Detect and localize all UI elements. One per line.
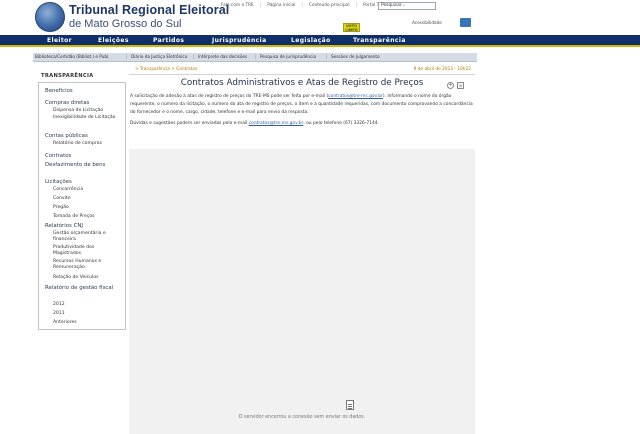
subnav-diario[interactable]: Diário da Justiça Eletrônico	[131, 54, 187, 59]
zoom-in-icon[interactable]: +	[447, 82, 454, 89]
subnav-pesquisa[interactable]: Pesquisa de jurisprudência	[260, 54, 316, 59]
accessibility-link[interactable]: Acessibilidade	[412, 20, 442, 25]
subnav-biblioteca[interactable]: Biblioteca/Certidão (Bibliot.) e Publ.	[35, 54, 110, 59]
nav-eleitor[interactable]: Eleitor	[47, 37, 72, 44]
sidebar-subitem-inexigibilidade[interactable]: Inexigibilidade de Licitação	[53, 115, 123, 121]
sidebar-title: TRANSPARÊNCIA	[41, 73, 94, 79]
sub-nav: Biblioteca/Certidão (Bibliot.) e Publ. |…	[33, 53, 477, 62]
sidebar-item-desfazimento[interactable]: Desfazimento de bens	[45, 162, 117, 169]
date-stamp: 9 de abril de 2013 - 10h22	[413, 67, 471, 72]
separator: |	[326, 54, 328, 59]
sidebar-item-licitacoes[interactable]: Licitações	[45, 179, 72, 185]
contact-text-b: , ou pelo telefone (67) 3326-7144.	[303, 121, 379, 126]
intro-paragraph: A solicitação de adesão à atas de regist…	[130, 93, 474, 117]
sidebar-subitem-gestao-orcamentaria[interactable]: Gestão orçamentária e financeira	[53, 231, 123, 243]
sidebar-subitem-2012[interactable]: 2012	[53, 302, 65, 308]
contact-email-link[interactable]: contratos@tre-ms.gov.br	[249, 121, 304, 126]
site-subtitle[interactable]: de Mato Grosso do Sul	[69, 18, 182, 30]
voto-limpo-badge[interactable]: VOTO LIMPO	[343, 23, 360, 32]
sidebar-item-beneficios[interactable]: Benefícios	[45, 88, 73, 94]
subnav-interprete[interactable]: Intérprete das decisões	[198, 54, 247, 59]
top-link-contact[interactable]: Fale com o TRE	[215, 3, 260, 8]
sidebar-subitem-tomada-precos[interactable]: Tomada de Preços	[53, 214, 95, 220]
document-icon	[346, 400, 354, 410]
nav-transparencia[interactable]: Transparência	[353, 37, 406, 44]
main-content: > Transparência > Contratos 9 de abril d…	[129, 66, 475, 434]
separator: |	[126, 54, 128, 59]
nav-partidos[interactable]: Partidos	[153, 37, 184, 44]
sidebar-item-contratos[interactable]: Contratos	[45, 153, 71, 159]
nav-legislacao[interactable]: Legislação	[291, 37, 331, 44]
sidebar-subitem-concorrencia[interactable]: Concorrência	[53, 187, 83, 193]
site-header: Tribunal Regional Eleitoral de Mato Gros…	[0, 0, 640, 34]
sidebar-subitem-convite[interactable]: Convite	[53, 196, 71, 202]
separator: |	[255, 54, 257, 59]
page-title: Contratos Administrativos e Atas de Regi…	[180, 78, 424, 88]
sidebar-subitem-relatorio-compras[interactable]: Relatório de compras	[53, 141, 102, 147]
sidebar-subitem-dispensa[interactable]: Dispensa de Licitação	[53, 108, 103, 114]
tre-seal-icon[interactable]	[35, 2, 65, 32]
nav-jurisprudencia[interactable]: Jurisprudência	[212, 37, 267, 44]
sidebar-subitem-2011[interactable]: 2011	[53, 311, 65, 317]
sidebar-subitem-pregao[interactable]: Pregão	[53, 205, 69, 211]
sidebar-item-gestao-fiscal[interactable]: Relatório de gestão fiscal	[45, 285, 117, 292]
sidebar-item-contas-publicas[interactable]: Contas públicas	[45, 133, 88, 139]
connection-error-message: O servidor encerrou a conexão sem enviar…	[238, 415, 366, 420]
breadcrumb[interactable]: > Transparência > Contratos	[135, 67, 197, 72]
main-nav: Eleitor Eleições Partidos Jurisprudência…	[0, 35, 640, 47]
search-input[interactable]: Pesquisar...	[378, 2, 436, 10]
sidebar-subitem-produtividade[interactable]: Produtividade dos Magistrados	[53, 245, 123, 257]
sidebar-subitem-veiculos[interactable]: Relação de Veículos	[53, 275, 99, 281]
page: Tribunal Regional Eleitoral de Mato Gros…	[0, 0, 640, 434]
sidebar-subitem-recursos-humanos[interactable]: Recursos Humanos e Remuneração	[53, 259, 123, 271]
divider	[129, 74, 475, 75]
top-link-home[interactable]: Página inicial	[261, 3, 301, 8]
top-link-main-content[interactable]: Conteúdo principal	[303, 3, 356, 8]
contracts-email-link[interactable]: contratos@tre-ms.gov.br	[328, 94, 383, 99]
site-title[interactable]: Tribunal Regional Eleitoral	[69, 3, 229, 17]
top-links: Fale com o TRE | Página inicial | Conteúdo p…	[215, 3, 388, 11]
sidebar-item-relatorios-cnj[interactable]: Relatórios CNJ	[45, 223, 83, 229]
sidebar: TRANSPARÊNCIA Benefícios Compras diretas…	[38, 72, 126, 434]
separator: |	[193, 54, 195, 59]
nav-eleicoes[interactable]: Eleições	[98, 37, 129, 44]
subnav-sessoes[interactable]: Sessões de Julgamento	[331, 54, 380, 59]
intro-text-a: A solicitação de adesão à atas de regist…	[130, 94, 329, 99]
print-icon[interactable]: ≡	[457, 82, 464, 89]
sidebar-item-compras-diretas[interactable]: Compras diretas	[45, 100, 89, 106]
sidebar-menu: Benefícios Compras diretas Dispensa de L…	[38, 82, 126, 330]
embedded-frame[interactable]: O servidor encerrou a conexão sem enviar…	[129, 149, 475, 434]
sidebar-subitem-anteriores[interactable]: Anteriores	[53, 320, 77, 326]
contact-text-a: Dúvidas e sugestões podem ser enviadas p…	[130, 121, 249, 126]
contact-paragraph: Dúvidas e sugestões podem ser enviadas p…	[130, 120, 474, 128]
accessibility-icon[interactable]	[460, 18, 471, 27]
